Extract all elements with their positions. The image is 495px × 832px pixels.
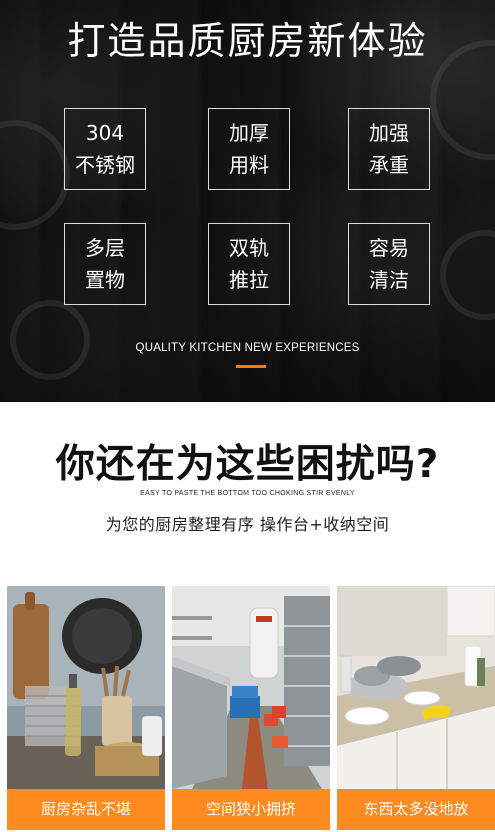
feature-box-stainless: 304 不锈钢 [64, 108, 146, 190]
problem-card-cluttered: 厨房杂乱不堪 [7, 586, 165, 830]
decorative-plate [0, 120, 70, 230]
feature-line1: 加厚 [229, 121, 269, 145]
feature-box-sliding: 双轨 推拉 [208, 223, 290, 305]
question-title: 你还在为这些困扰吗? [55, 442, 440, 487]
feature-box-clean: 容易 清洁 [348, 223, 430, 305]
feature-line2: 清洁 [369, 268, 409, 292]
cluttered-counter-photo [7, 586, 165, 789]
feature-line1: 多层 [85, 236, 125, 260]
feature-line1: 容易 [369, 236, 409, 260]
feature-line2: 推拉 [229, 268, 269, 292]
feature-line2: 承重 [369, 153, 409, 177]
hero-subtitle: QUALITY KITCHEN NEW EXPERIENCES [135, 342, 360, 354]
problem-caption: 东西太多没地放 [337, 789, 495, 830]
feature-line1: 加强 [369, 121, 409, 145]
problem-caption: 厨房杂乱不堪 [7, 789, 165, 830]
problem-card-narrow: 空间狭小拥挤 [172, 586, 330, 830]
feature-line2: 用料 [229, 153, 269, 177]
feature-line1: 双轨 [229, 236, 269, 260]
feature-line1: 304 [85, 121, 125, 145]
messy-sink-photo [337, 586, 495, 789]
feature-line2: 置物 [85, 268, 125, 292]
hero-title: 打造品质厨房新体验 [67, 19, 428, 63]
decorative-plate [10, 300, 90, 380]
narrow-kitchen-photo [172, 586, 330, 789]
problem-caption: 空间狭小拥挤 [172, 789, 330, 830]
feature-line2: 不锈钢 [75, 153, 135, 177]
question-english-tagline: EASY TO PASTE THE BOTTOM TOO CHOKING STI… [140, 490, 355, 497]
question-chinese-tagline: 为您的厨房整理有序 操作台+收纳空间 [105, 515, 390, 534]
feature-box-load: 加强 承重 [348, 108, 430, 190]
problem-card-overflow: 东西太多没地放 [337, 586, 495, 830]
feature-box-thick: 加厚 用料 [208, 108, 290, 190]
decorative-plate [440, 230, 495, 320]
hero-banner: 打造品质厨房新体验 304 不锈钢 加厚 用料 加强 承重 多层 置物 双轨 推… [0, 0, 495, 402]
feature-box-layers: 多层 置物 [64, 223, 146, 305]
accent-divider [236, 365, 266, 368]
